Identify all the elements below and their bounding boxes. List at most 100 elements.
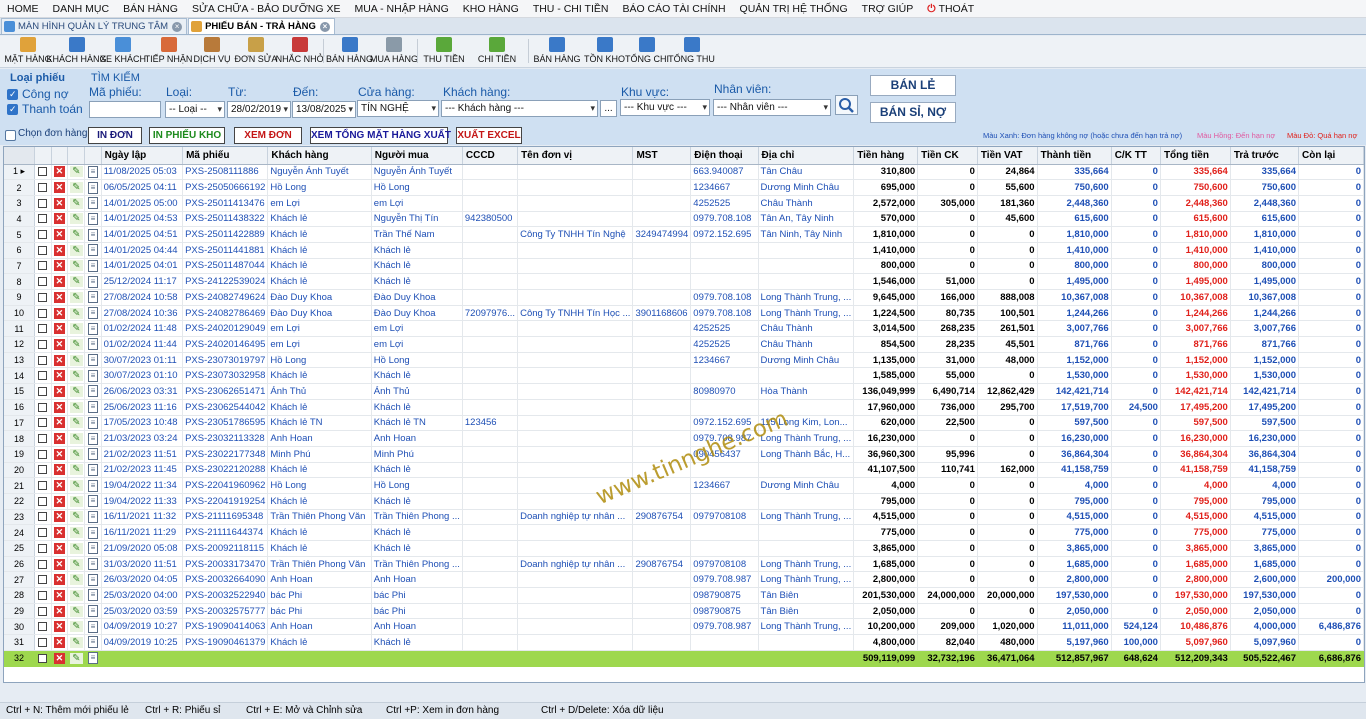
delete-icon[interactable]: ✕ (51, 164, 69, 181)
ban-le-button[interactable]: BÁN LẺ (870, 75, 956, 96)
document-icon[interactable]: ≡ (84, 587, 102, 604)
row-select-checkbox[interactable] (34, 509, 52, 526)
row-select-checkbox[interactable] (34, 603, 52, 620)
edit-icon[interactable]: ✎ (67, 242, 86, 259)
delete-icon[interactable]: ✕ (51, 352, 69, 369)
column-header[interactable]: Tiền CK (917, 147, 978, 165)
edit-icon[interactable]: ✎ (67, 399, 86, 416)
toolbar-button[interactable]: MẶT HÀNG (3, 36, 53, 67)
khu-vuc-select[interactable]: --- Khu vực --- (620, 99, 710, 116)
row-select-checkbox[interactable] (34, 336, 52, 353)
document-icon[interactable]: ≡ (84, 462, 102, 479)
document-icon[interactable]: ≡ (84, 352, 102, 369)
table-row[interactable]: 12 ✕ ✎ ≡ 01/02/2024 11:44 PXS-24020146495 em L… (4, 336, 1364, 353)
document-icon[interactable]: ≡ (84, 603, 102, 620)
row-select-checkbox[interactable] (34, 179, 52, 196)
column-header[interactable]: MST (632, 147, 692, 165)
delete-icon[interactable]: ✕ (51, 226, 69, 243)
edit-icon[interactable]: ✎ (67, 650, 86, 667)
edit-icon[interactable]: ✎ (67, 289, 86, 306)
edit-icon[interactable]: ✎ (67, 603, 86, 620)
document-icon[interactable]: ≡ (84, 305, 102, 322)
cua-hang-select[interactable]: TÍN NGHỆ (357, 100, 439, 117)
edit-icon[interactable]: ✎ (67, 164, 86, 181)
row-select-checkbox[interactable] (34, 524, 52, 541)
toolbar-button[interactable]: ĐƠN SỬA (233, 36, 279, 67)
edit-icon[interactable]: ✎ (67, 477, 86, 494)
table-row[interactable]: 27 ✕ ✎ ≡ 26/03/2020 04:05 PXS-20032664090 Anh … (4, 571, 1364, 589)
row-select-checkbox[interactable] (34, 477, 52, 494)
edit-icon[interactable]: ✎ (67, 524, 86, 541)
document-icon[interactable]: ≡ (84, 415, 102, 432)
nhan-vien-select[interactable]: --- Nhân viên --- (713, 99, 831, 116)
delete-icon[interactable]: ✕ (51, 446, 69, 463)
khach-hang-lookup-button[interactable]: ... (600, 100, 617, 117)
document-icon[interactable]: ≡ (84, 164, 102, 181)
close-icon[interactable]: × (319, 21, 330, 32)
document-icon[interactable]: ≡ (84, 556, 102, 573)
document-icon[interactable]: ≡ (84, 493, 102, 510)
delete-icon[interactable]: ✕ (51, 540, 69, 557)
edit-icon[interactable]: ✎ (67, 336, 86, 353)
row-select-checkbox[interactable] (34, 493, 52, 510)
xem-tong-mat-hang-button[interactable]: XEM TỔNG MẶT HÀNG XUẤT (310, 127, 451, 144)
menu-item[interactable]: TRỢ GIÚP (855, 0, 921, 18)
table-row[interactable]: 17 ✕ ✎ ≡ 17/05/2023 10:48 PXS-23051786595 Khác… (4, 415, 1364, 432)
edit-icon[interactable]: ✎ (67, 446, 86, 463)
toolbar-button[interactable]: TỔNG THU (668, 36, 715, 67)
column-header[interactable]: CCCD (462, 147, 519, 165)
row-select-checkbox[interactable] (34, 320, 52, 338)
column-header[interactable]: Còn lại (1298, 147, 1364, 165)
column-header[interactable]: Mã phiếu (182, 147, 269, 165)
table-row[interactable]: 7 ✕ ✎ ≡ 14/01/2025 04:01 PXS-25011487044 Khách… (4, 258, 1364, 275)
toolbar-button[interactable]: NHẮC NHỞ (276, 36, 324, 67)
edit-icon[interactable]: ✎ (67, 273, 86, 290)
table-row[interactable]: 9 ✕ ✎ ≡ 27/08/2024 10:58 PXS-24082749624 Đào D… (4, 289, 1364, 306)
delete-icon[interactable]: ✕ (51, 477, 69, 494)
delete-icon[interactable]: ✕ (51, 603, 69, 620)
row-select-checkbox[interactable] (34, 305, 52, 322)
table-row[interactable]: 1 ▸ ✕ ✎ ≡ 11/08/2025 05:03 PXS-2508111886 Nguy… (4, 164, 1364, 181)
xuat-excel-button[interactable]: XUẤT EXCEL (456, 127, 522, 144)
column-header[interactable]: Người mua (371, 147, 463, 165)
row-select-checkbox[interactable] (34, 352, 52, 369)
delete-icon[interactable]: ✕ (51, 305, 69, 322)
delete-icon[interactable]: ✕ (51, 336, 69, 353)
delete-icon[interactable]: ✕ (51, 195, 69, 212)
document-icon[interactable]: ≡ (84, 258, 102, 275)
edit-icon[interactable]: ✎ (67, 493, 86, 510)
row-select-checkbox[interactable] (34, 618, 52, 636)
delete-icon[interactable]: ✕ (51, 415, 69, 432)
document-icon[interactable]: ≡ (84, 226, 102, 243)
row-select-checkbox[interactable] (34, 587, 52, 604)
edit-icon[interactable]: ✎ (67, 179, 86, 196)
delete-icon[interactable]: ✕ (51, 273, 69, 290)
menu-item[interactable]: MUA - NHẬP HÀNG (347, 0, 455, 18)
row-select-checkbox[interactable] (34, 462, 52, 479)
row-select-checkbox[interactable] (34, 273, 52, 290)
document-icon[interactable]: ≡ (84, 367, 102, 385)
delete-icon[interactable]: ✕ (51, 493, 69, 510)
document-icon[interactable]: ≡ (84, 399, 102, 416)
table-row[interactable]: 5 ✕ ✎ ≡ 14/01/2025 04:51 PXS-25011422889 Khách… (4, 226, 1364, 243)
column-header[interactable]: Ngày lập (101, 147, 184, 165)
column-header[interactable]: Tên đơn vị (517, 147, 634, 165)
document-icon[interactable]: ≡ (84, 540, 102, 557)
table-row[interactable]: 26 ✕ ✎ ≡ 31/03/2020 11:51 PXS-20033173470 Trần… (4, 556, 1364, 573)
menu-item[interactable]: BÁO CÁO TÀI CHÍNH (615, 0, 732, 18)
row-select-checkbox[interactable] (34, 211, 52, 228)
menu-item[interactable]: ⏻ THOÁT (920, 0, 981, 18)
delete-icon[interactable]: ✕ (51, 634, 69, 651)
edit-icon[interactable]: ✎ (67, 352, 86, 369)
delete-icon[interactable]: ✕ (51, 320, 69, 338)
column-header[interactable]: Trả trước (1230, 147, 1300, 165)
document-icon[interactable]: ≡ (84, 430, 102, 447)
xem-don-button[interactable]: XEM ĐƠN (234, 127, 302, 144)
table-row[interactable]: 28 ✕ ✎ ≡ 25/03/2020 04:00 PXS-20032522940 bác … (4, 587, 1364, 604)
edit-icon[interactable]: ✎ (67, 587, 86, 604)
delete-icon[interactable]: ✕ (51, 650, 69, 667)
table-row[interactable]: 10 ✕ ✎ ≡ 27/08/2024 10:36 PXS-24082786469 Đào … (4, 305, 1364, 322)
toolbar-button[interactable]: TỒN KHO (583, 36, 626, 67)
toolbar-button[interactable]: BÁN HÀNG (326, 36, 373, 67)
delete-icon[interactable]: ✕ (51, 618, 69, 636)
